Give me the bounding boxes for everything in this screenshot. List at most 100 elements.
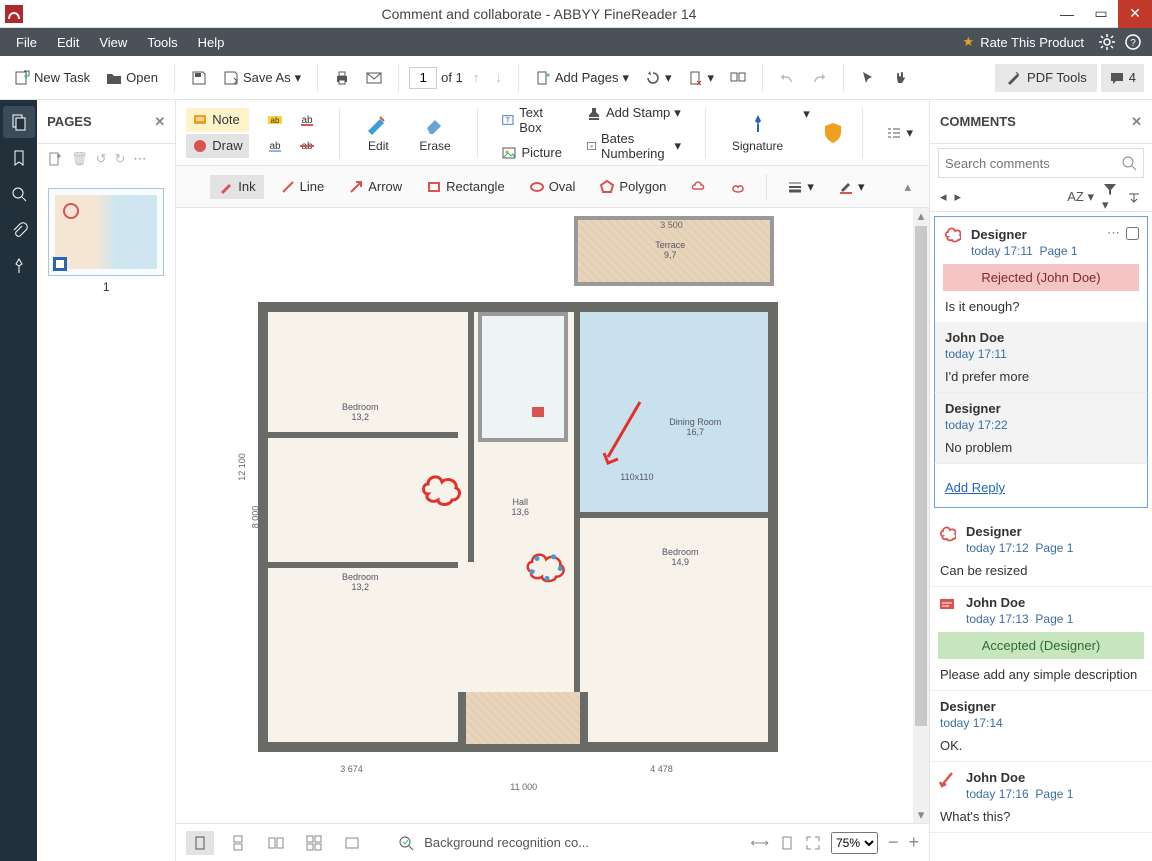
menu-view[interactable]: View xyxy=(89,35,137,50)
filter-comments[interactable]: ▾ xyxy=(1102,181,1118,213)
settings-icon[interactable] xyxy=(1094,33,1120,51)
organize-button[interactable] xyxy=(724,66,752,90)
pages-ribbon-button[interactable] xyxy=(3,106,35,138)
fit-page-icon[interactable] xyxy=(779,835,795,851)
comment-item[interactable]: John Doetoday 17:13 Page 1Accepted (Desi… xyxy=(930,587,1152,691)
line-shape[interactable]: Line xyxy=(272,175,333,199)
help-icon[interactable]: ? xyxy=(1120,33,1146,51)
fit-screen-icon[interactable] xyxy=(805,835,821,851)
rotate-button[interactable]: ▾ xyxy=(639,66,678,90)
search-ribbon-button[interactable] xyxy=(3,178,35,210)
add-reply-link[interactable]: Add Reply xyxy=(945,472,1137,499)
fullscreen-view[interactable] xyxy=(338,831,366,855)
annotation-textbox-marker[interactable] xyxy=(532,407,544,417)
add-pages-button[interactable]: Add Pages ▾ xyxy=(529,66,635,90)
signatures-ribbon-button[interactable] xyxy=(3,250,35,282)
save-as-button[interactable]: Save As ▾ xyxy=(217,66,307,90)
rate-product[interactable]: ★ Rate This Product xyxy=(953,34,1094,50)
insert-text-tool[interactable]: ab xyxy=(261,134,289,158)
comment-reply[interactable]: Designertoday 17:14OK. xyxy=(930,691,1152,762)
page-up-button[interactable]: ↑ xyxy=(467,66,486,89)
undo-button[interactable] xyxy=(773,66,801,90)
ink-shape[interactable]: Ink xyxy=(210,175,263,199)
minimize-button[interactable]: — xyxy=(1050,0,1084,28)
freecloud-shape[interactable] xyxy=(722,175,754,199)
menu-edit[interactable]: Edit xyxy=(47,35,89,50)
strikeout-tool[interactable]: ab xyxy=(293,134,321,158)
menu-tools[interactable]: Tools xyxy=(137,35,187,50)
twopage-view[interactable] xyxy=(262,831,290,855)
pointer-tool[interactable] xyxy=(854,66,882,90)
note-tool[interactable]: Note xyxy=(186,108,248,132)
zoom-in-button[interactable]: + xyxy=(908,832,919,853)
bookmarks-ribbon-button[interactable] xyxy=(3,142,35,174)
zoom-select[interactable]: 75% xyxy=(831,832,878,854)
hand-tool[interactable] xyxy=(886,66,914,90)
page-number-input[interactable] xyxy=(409,67,437,89)
page-canvas[interactable]: Terrace9,7 xyxy=(176,208,929,823)
annotation-cloud-2[interactable] xyxy=(520,542,574,590)
text-box-tool[interactable]: TText Box xyxy=(495,101,567,139)
arrow-shape[interactable]: Arrow xyxy=(340,175,410,199)
page-down-button[interactable]: ↓ xyxy=(489,66,508,89)
continuous-view[interactable] xyxy=(224,831,252,855)
delete-page-button[interactable]: ▾ xyxy=(682,66,721,90)
menu-file[interactable]: File xyxy=(6,35,47,50)
rectangle-shape[interactable]: Rectangle xyxy=(418,175,513,199)
sort-comments[interactable]: AZ ▾ xyxy=(1067,189,1094,205)
prev-comment[interactable]: ◂ xyxy=(940,189,947,205)
annotation-cloud-1[interactable] xyxy=(416,464,470,512)
delete-page-icon[interactable]: 🗑 xyxy=(71,151,88,167)
save-button[interactable] xyxy=(185,66,213,90)
page-thumbnail[interactable] xyxy=(48,188,164,276)
line-color[interactable]: ▾ xyxy=(830,175,873,199)
bates-tool[interactable]: #Bates Numbering▾ xyxy=(580,127,687,165)
comment-reply[interactable]: Designertoday 17:22No problem xyxy=(934,393,1148,464)
menu-help[interactable]: Help xyxy=(188,35,235,50)
add-stamp-tool[interactable]: Add Stamp▾ xyxy=(580,101,687,125)
shapetool-close[interactable]: ▴ xyxy=(896,175,919,199)
oval-shape[interactable]: Oval xyxy=(521,175,584,199)
next-comment[interactable]: ▸ xyxy=(955,189,962,205)
signature-group[interactable]: Signature xyxy=(724,113,791,153)
shield-icon[interactable] xyxy=(822,121,844,145)
erase-group[interactable]: Erase xyxy=(411,113,458,153)
comments-search[interactable] xyxy=(938,148,1144,178)
recognize-icon[interactable] xyxy=(398,835,414,851)
twopage-cont-view[interactable] xyxy=(300,831,328,855)
comments-close-icon[interactable]: ✕ xyxy=(1131,114,1142,130)
comment-item[interactable]: John Doetoday 17:16 Page 1What's this? xyxy=(930,762,1152,833)
maximize-button[interactable]: ▭ xyxy=(1084,0,1118,28)
cloud-shape[interactable] xyxy=(682,175,714,199)
more-icon[interactable]: ⋯ xyxy=(133,151,146,167)
redo-button[interactable] xyxy=(805,66,833,90)
highlight-tool[interactable]: ab xyxy=(261,108,289,132)
line-weight[interactable]: ▾ xyxy=(779,175,822,199)
pdf-tools-button[interactable]: PDF Tools xyxy=(995,64,1097,92)
rotate-left-icon[interactable]: ↺ xyxy=(96,151,107,167)
fit-width-icon[interactable]: ⟷ xyxy=(750,835,769,851)
comments-search-input[interactable] xyxy=(945,156,1121,171)
polygon-shape[interactable]: Polygon xyxy=(591,175,674,199)
email-button[interactable] xyxy=(360,66,388,90)
comment-reply[interactable]: John Doetoday 17:11I'd prefer more xyxy=(934,322,1148,393)
comment-menu-icon[interactable]: ⋯ xyxy=(1107,225,1120,241)
underline-tool[interactable]: ab xyxy=(293,108,321,132)
close-button[interactable]: ✕ xyxy=(1118,0,1152,28)
edit-group[interactable]: Edit xyxy=(357,113,399,153)
attachments-ribbon-button[interactable] xyxy=(3,214,35,246)
collapse-comments[interactable] xyxy=(1126,189,1142,205)
list-settings-tool[interactable]: ▾ xyxy=(880,121,919,145)
add-page-icon[interactable] xyxy=(47,151,63,167)
open-button[interactable]: Open xyxy=(100,66,164,90)
canvas-scrollbar[interactable]: ▴ ▾ xyxy=(913,208,929,823)
pages-close-icon[interactable]: ✕ xyxy=(154,114,165,130)
search-icon[interactable] xyxy=(1121,155,1137,171)
print-button[interactable] xyxy=(328,66,356,90)
rotate-right-icon[interactable]: ↻ xyxy=(115,151,126,167)
zoom-out-button[interactable]: − xyxy=(888,832,899,853)
comment-item[interactable]: Designertoday 17:12 Page 1Can be resized xyxy=(930,516,1152,587)
singlepage-view[interactable] xyxy=(186,831,214,855)
annotation-arrow[interactable] xyxy=(600,397,650,467)
comment-checkbox[interactable] xyxy=(1126,227,1139,240)
